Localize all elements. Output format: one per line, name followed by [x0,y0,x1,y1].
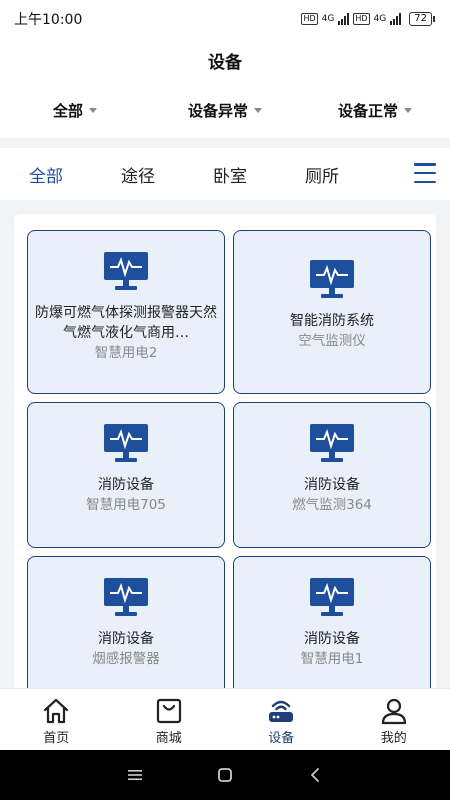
bottom-nav: 首页 商城 设备 我的 [0,688,450,750]
hd-icon: HD [301,13,318,25]
tab-toilet[interactable]: 厕所 [276,162,368,187]
shopping-bag-icon [156,698,181,724]
device-type: 智慧用电1 [300,651,364,667]
user-icon [381,698,406,725]
device-card[interactable]: 消防设备 智慧用电705 [27,402,225,548]
device-type: 燃气监测364 [292,497,372,513]
status-time: 上午10:00 [14,12,83,28]
device-name: 消防设备 [98,631,154,647]
monitor-icon [104,578,148,616]
home-system-button[interactable] [213,763,237,787]
menu-icon[interactable] [414,163,436,183]
device-card[interactable]: 消防设备 烟感报警器 [27,556,225,702]
monitor-icon [104,424,148,462]
nav-mall[interactable]: 商城 [113,689,226,750]
back-arrow-icon [311,768,319,782]
device-type: 空气监测仪 [298,333,366,349]
monitor-icon [104,252,148,290]
nav-label: 商城 [155,731,182,746]
filter-normal-dropdown[interactable]: 设备正常 [300,100,450,121]
filter-label: 设备异常 [187,101,248,120]
system-nav-bar [0,750,450,800]
tab-bedroom[interactable]: 卧室 [184,162,276,187]
filter-all-dropdown[interactable]: 全部 [0,100,150,121]
device-card[interactable]: 防爆可燃气体探测报警器天然气燃气液化气商用… 智慧用电2 [27,230,225,394]
device-card[interactable]: 消防设备 燃气监测364 [233,402,431,548]
nav-label: 首页 [43,731,70,746]
filter-abnormal-dropdown[interactable]: 设备异常 [150,100,300,121]
device-name: 智能消防系统 [290,313,374,329]
network-label-2: 4G [373,14,387,24]
chevron-down-icon [404,107,412,113]
network-label: 4G [321,14,335,24]
home-icon [44,698,69,724]
monitor-icon [310,578,354,616]
back-button[interactable] [303,763,327,787]
signal-icon-2 [390,13,402,25]
filter-bar: 全部 设备异常 设备正常 [0,82,450,138]
menu-lines-icon [128,770,142,780]
device-name: 防爆可燃气体探测报警器天然气燃气液化气商用… [35,305,217,341]
nav-home[interactable]: 首页 [0,689,113,750]
device-type: 智慧用电705 [86,497,166,513]
battery-icon: 72 [409,12,435,26]
filter-label: 全部 [52,101,83,120]
square-icon [218,768,232,782]
device-type: 智慧用电2 [94,345,158,361]
filter-label: 设备正常 [337,101,398,120]
status-icons: HD 4G HD 4G 72 [301,12,435,26]
page-title: 设备 [208,52,242,73]
device-name: 消防设备 [304,631,360,647]
nav-label: 我的 [380,731,407,746]
chevron-down-icon [89,107,97,113]
tab-all[interactable]: 全部 [0,162,92,187]
monitor-icon [310,424,354,462]
room-tab-bar: 全部 途径 卧室 厕所 [0,148,450,200]
device-grid: 防爆可燃气体探测报警器天然气燃气液化气商用… 智慧用电2 智能消防系统 空气监测… [14,214,436,714]
nav-device[interactable]: 设备 [225,689,338,750]
device-name: 消防设备 [98,477,154,493]
recent-apps-button[interactable] [123,763,147,787]
page-header: 设备 [0,38,450,82]
device-name: 消防设备 [304,477,360,493]
device-type: 烟感报警器 [92,651,160,667]
device-card[interactable]: 智能消防系统 空气监测仪 [233,230,431,394]
chevron-down-icon [254,107,262,113]
signal-icon [338,13,350,25]
monitor-icon [310,260,354,298]
router-icon [269,700,294,722]
device-card[interactable]: 消防设备 智慧用电1 [233,556,431,702]
hd-icon-2: HD [353,13,370,25]
nav-mine[interactable]: 我的 [338,689,450,750]
tab-path[interactable]: 途径 [92,162,184,187]
nav-label: 设备 [268,731,295,746]
status-bar: 上午10:00 HD 4G HD 4G 72 [0,0,450,38]
